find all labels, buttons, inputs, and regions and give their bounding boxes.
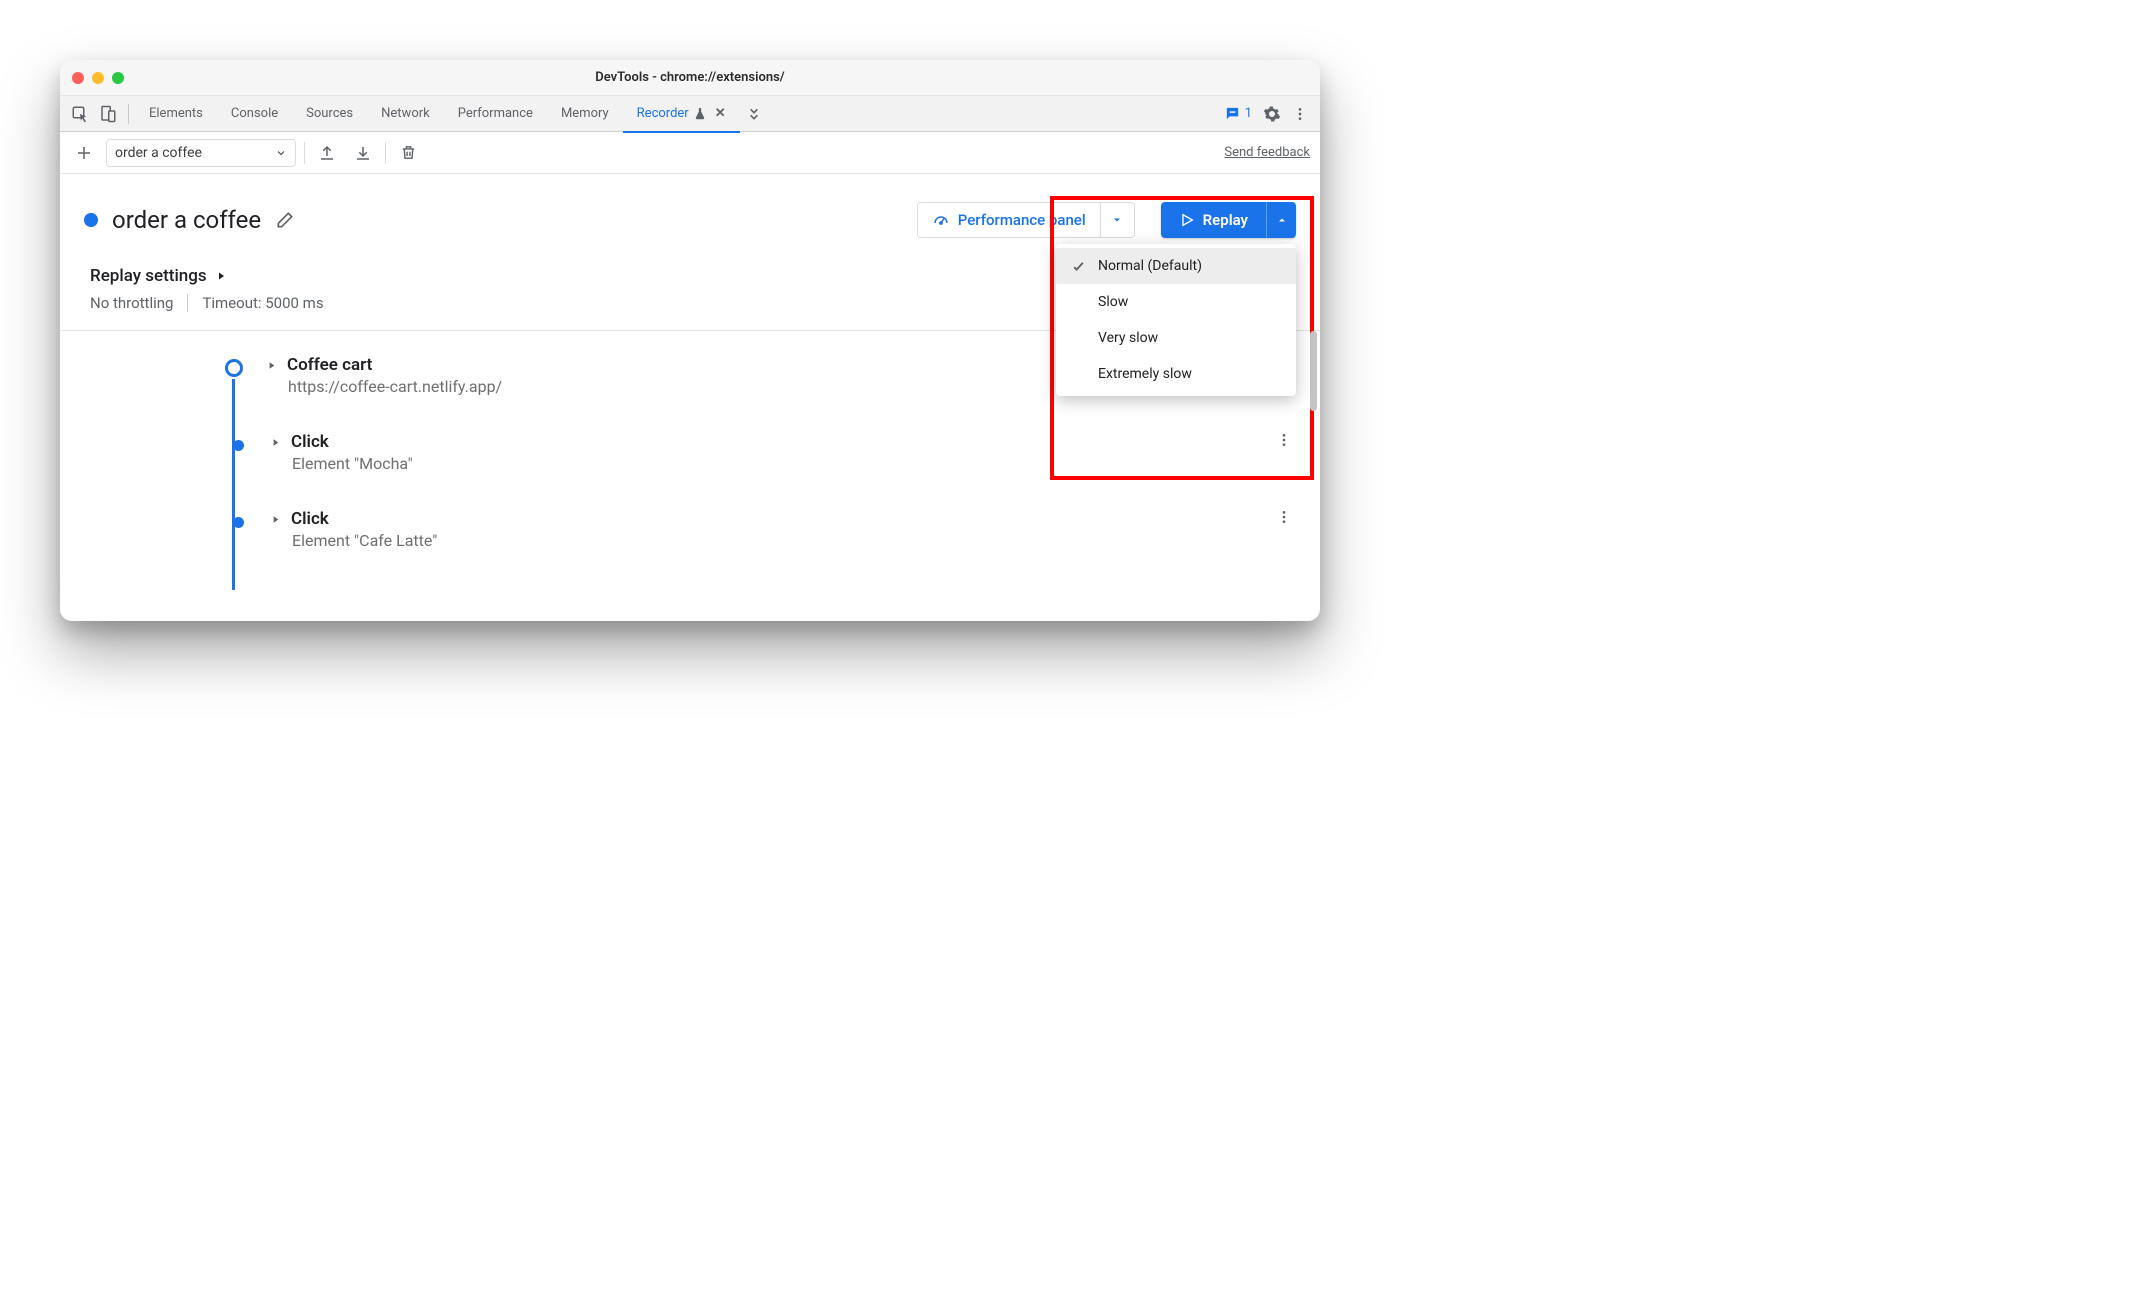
device-toolbar-icon[interactable] xyxy=(94,100,122,128)
tab-label: Console xyxy=(231,106,278,121)
tab-performance[interactable]: Performance xyxy=(444,96,547,132)
import-icon[interactable] xyxy=(349,139,377,167)
active-tab-underline xyxy=(623,131,740,133)
tab-elements[interactable]: Elements xyxy=(135,96,217,132)
recording-select[interactable]: order a coffee xyxy=(106,139,296,167)
gauge-icon xyxy=(932,211,950,229)
separator xyxy=(385,142,386,164)
performance-panel-label: Performance panel xyxy=(958,211,1086,229)
menu-item-label: Slow xyxy=(1098,294,1128,310)
step-subtitle: Element "Cafe Latte" xyxy=(292,531,1250,550)
export-icon[interactable] xyxy=(313,139,341,167)
chevron-right-icon xyxy=(215,270,227,282)
replay-group: Replay Normal (Default) Slow xyxy=(1161,202,1296,238)
tab-recorder[interactable]: Recorder ✕ xyxy=(623,96,740,132)
step-name: Click xyxy=(291,432,329,452)
tab-label: Network xyxy=(381,106,430,121)
titlebar: DevTools - chrome://extensions/ xyxy=(60,60,1320,96)
step-node-start-icon xyxy=(225,359,243,377)
recording-select-label: order a coffee xyxy=(115,145,202,161)
menu-item-label: Normal (Default) xyxy=(1098,258,1202,274)
close-window-button[interactable] xyxy=(72,72,84,84)
tab-label: Memory xyxy=(561,106,609,121)
tabstrip: Elements Console Sources Network Perform… xyxy=(60,96,1320,132)
settings-gear-icon[interactable] xyxy=(1258,100,1286,128)
performance-panel-button[interactable]: Performance panel xyxy=(917,202,1101,238)
traffic-lights xyxy=(72,72,124,84)
edit-title-icon[interactable] xyxy=(275,210,295,230)
inspect-element-icon[interactable] xyxy=(66,100,94,128)
play-icon xyxy=(1179,212,1195,228)
tab-network[interactable]: Network xyxy=(367,96,444,132)
step-kebab-icon[interactable] xyxy=(1272,509,1296,525)
step-item[interactable]: Click Element "Mocha" xyxy=(224,432,1296,473)
close-tab-icon[interactable]: ✕ xyxy=(715,106,726,121)
scrollbar[interactable] xyxy=(1310,331,1317,411)
replay-settings-label: Replay settings xyxy=(90,266,207,286)
send-feedback-link[interactable]: Send feedback xyxy=(1224,145,1310,160)
recorder-toolbar: order a coffee Send feedback xyxy=(60,132,1320,174)
step-name: Coffee cart xyxy=(287,355,372,375)
chevron-right-icon xyxy=(266,360,277,371)
kebab-menu-icon[interactable] xyxy=(1286,100,1314,128)
more-tabs-icon[interactable] xyxy=(740,100,768,128)
window-title: DevTools - chrome://extensions/ xyxy=(60,70,1320,85)
devtools-window: DevTools - chrome://extensions/ Elements… xyxy=(60,60,1320,621)
throttling-value: No throttling xyxy=(90,294,173,312)
performance-panel-dropdown[interactable] xyxy=(1101,202,1135,238)
issues-badge[interactable]: 1 xyxy=(1218,105,1258,122)
replay-button[interactable]: Replay xyxy=(1161,202,1266,238)
timeline-line xyxy=(232,379,235,590)
separator xyxy=(128,104,129,124)
replay-speed-extremely-slow[interactable]: Extremely slow xyxy=(1056,356,1296,392)
tab-label: Recorder xyxy=(637,106,689,121)
tab-label: Sources xyxy=(306,106,353,121)
step-subtitle: Element "Mocha" xyxy=(292,454,1250,473)
recording-title: order a coffee xyxy=(112,206,261,234)
chevron-right-icon xyxy=(270,514,281,525)
step-item[interactable]: Click Element "Cafe Latte" xyxy=(224,509,1296,550)
replay-speed-menu: Normal (Default) Slow Very slow Extremel… xyxy=(1056,244,1296,396)
step-name: Click xyxy=(291,509,329,529)
tab-memory[interactable]: Memory xyxy=(547,96,623,132)
separator xyxy=(304,142,305,164)
replay-speed-slow[interactable]: Slow xyxy=(1056,284,1296,320)
step-node-icon xyxy=(233,517,244,528)
tab-sources[interactable]: Sources xyxy=(292,96,367,132)
recording-dot-icon xyxy=(84,213,98,227)
step-node-icon xyxy=(233,440,244,451)
step-kebab-icon[interactable] xyxy=(1272,432,1296,448)
delete-icon[interactable] xyxy=(394,139,422,167)
tab-label: Performance xyxy=(458,106,533,121)
check-icon xyxy=(1070,259,1086,274)
menu-item-label: Very slow xyxy=(1098,330,1158,346)
new-recording-button[interactable] xyxy=(70,139,98,167)
timeout-value: Timeout: 5000 ms xyxy=(202,294,323,312)
issues-count: 1 xyxy=(1245,106,1252,121)
separator xyxy=(187,294,188,312)
menu-item-label: Extremely slow xyxy=(1098,366,1192,382)
tab-console[interactable]: Console xyxy=(217,96,292,132)
maximize-window-button[interactable] xyxy=(112,72,124,84)
tab-label: Elements xyxy=(149,106,203,121)
minimize-window-button[interactable] xyxy=(92,72,104,84)
replay-speed-normal[interactable]: Normal (Default) xyxy=(1056,248,1296,284)
replay-label: Replay xyxy=(1203,211,1248,229)
replay-speed-very-slow[interactable]: Very slow xyxy=(1056,320,1296,356)
recording-header: order a coffee Performance panel Replay xyxy=(60,174,1320,262)
flask-icon xyxy=(693,107,707,121)
chevron-down-icon xyxy=(275,147,287,159)
performance-panel-group: Performance panel xyxy=(917,202,1135,238)
replay-speed-dropdown[interactable] xyxy=(1266,202,1296,238)
chevron-right-icon xyxy=(270,437,281,448)
